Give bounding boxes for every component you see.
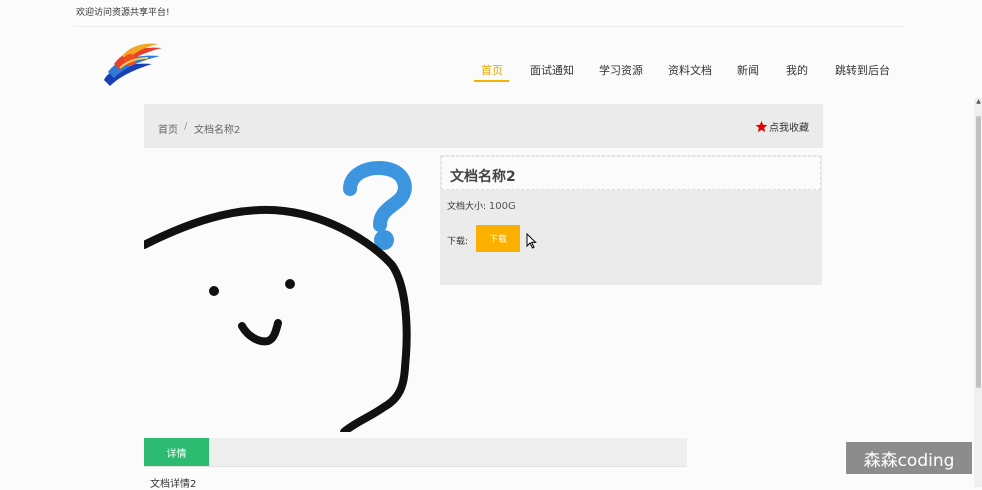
mouse-cursor-icon (526, 233, 537, 249)
favorite-label: 点我收藏 (769, 123, 809, 134)
scroll-up-arrow-icon[interactable]: ▲ (975, 98, 982, 106)
detail-tabs: 详情 (144, 438, 687, 467)
question-face-illustration (144, 161, 412, 432)
nav-item-learning-resources[interactable]: 学习资源 (599, 62, 643, 78)
top-bar: 欢迎访问资源共享平台! (0, 0, 982, 26)
breadcrumb-current: 文档名称2 (194, 125, 241, 136)
document-size-label: 文档大小: (447, 202, 487, 212)
document-title: 文档名称2 (450, 169, 516, 185)
watermark: 森森coding (846, 442, 972, 474)
nav-item-interview-notice[interactable]: 面试通知 (530, 62, 574, 78)
download-button[interactable]: 下载 (476, 225, 520, 252)
nav-item-news[interactable]: 新闻 (737, 62, 759, 78)
top-divider (74, 26, 904, 27)
breadcrumb-home[interactable]: 首页 (158, 121, 178, 136)
breadcrumb: 首页 / 文档名称2 点我收藏 (144, 104, 823, 148)
nav-item-home[interactable]: 首页 (481, 62, 503, 78)
nav-active-indicator (474, 80, 509, 82)
star-icon (755, 120, 768, 133)
document-title-box: 文档名称2 (441, 156, 821, 190)
nav-item-mine[interactable]: 我的 (786, 62, 808, 78)
document-info-panel: 文档名称2 文档大小: 100G 下载: 下载 (440, 155, 822, 285)
tab-detail[interactable]: 详情 (144, 438, 209, 466)
document-size: 文档大小: 100G (447, 199, 516, 212)
welcome-text: 欢迎访问资源共享平台! (76, 8, 170, 18)
detail-content: 文档详情2 (150, 479, 197, 490)
document-size-value: 100G (488, 201, 516, 212)
nav-item-admin[interactable]: 跳转到后台 (835, 62, 890, 78)
scrollbar-thumb[interactable] (976, 116, 981, 388)
nav-item-documents[interactable]: 资料文档 (668, 62, 712, 78)
breadcrumb-separator: / (184, 121, 188, 132)
document-cover-image (144, 155, 424, 432)
favorite-button[interactable]: 点我收藏 (755, 119, 809, 134)
download-label: 下载: (447, 237, 469, 247)
